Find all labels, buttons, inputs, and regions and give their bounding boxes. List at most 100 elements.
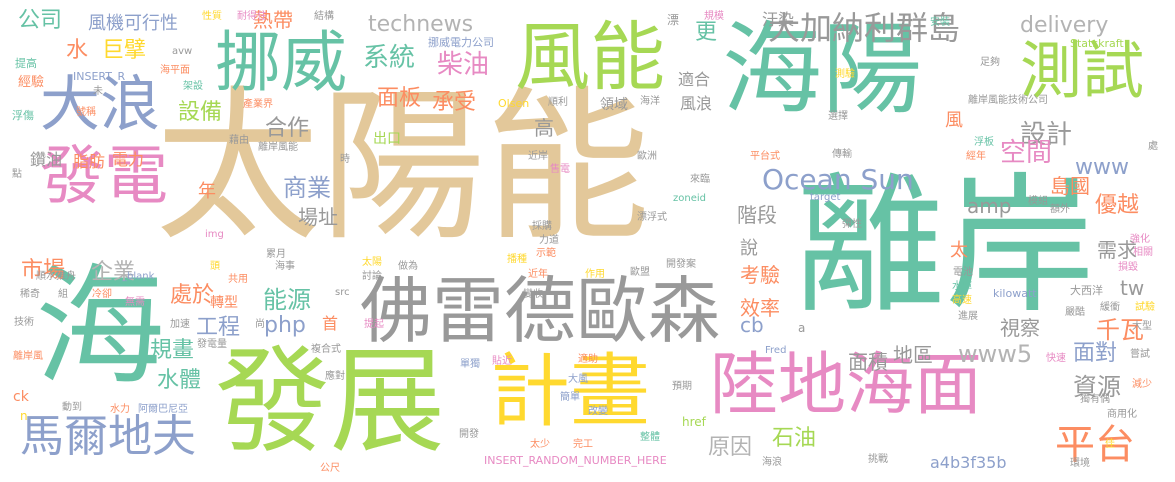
word: 性質 [202, 11, 222, 22]
word: 離岸風能技術公司 [968, 95, 1048, 106]
word: 架設 [183, 81, 203, 92]
word: 頭 [210, 261, 220, 272]
word: 藉由 [229, 135, 249, 146]
word: 示範 [536, 248, 556, 259]
word: avw [172, 46, 193, 57]
word: 島國 [1050, 174, 1090, 198]
word: 加速 [170, 319, 190, 330]
word: 挪威電力公司 [428, 36, 494, 49]
word: 尚 [255, 319, 265, 330]
word: 獨有偶 [1080, 394, 1110, 405]
word: 優越 [1095, 193, 1140, 218]
word: INSERT_RANDOM_NUMBER_HERE [484, 454, 667, 467]
word: 嚴酷 [1065, 307, 1085, 318]
word: 商用化 [1107, 409, 1137, 420]
word: 合作 [265, 116, 310, 141]
word: 面板 [377, 86, 422, 111]
word: 相關 [1133, 247, 1153, 258]
word: 平台 [1055, 422, 1135, 468]
word: 平台式 [750, 151, 780, 162]
word: 結構 [314, 11, 334, 22]
word: 進展 [958, 311, 978, 322]
word: 足夠 [980, 57, 1000, 68]
word: Ocean Sun [762, 163, 914, 196]
word: 嘗試 [1130, 349, 1150, 360]
word: 海平面 [160, 65, 190, 76]
word: www5 [958, 340, 1033, 368]
word: 石油 [772, 426, 817, 451]
word: 經驗 [18, 75, 45, 90]
word: 陸地海面 [710, 346, 983, 425]
word: 緩衝 [1100, 302, 1120, 313]
word: 場址 [298, 205, 338, 229]
word: 阿爾巴尼亞 [138, 404, 188, 415]
word: 海浪 [762, 457, 782, 468]
word: 提起 [364, 319, 384, 330]
word: 挑戰 [868, 454, 888, 465]
word: 商業 [283, 174, 331, 202]
word: 漂 [667, 13, 680, 27]
word: 累月 [266, 249, 286, 260]
word: 階段 [737, 203, 777, 227]
word: 柴油 [437, 50, 490, 80]
word: php [264, 313, 306, 338]
word: 技術 [14, 317, 34, 328]
word: 彈性 [842, 219, 862, 230]
word: 面積 [848, 350, 888, 374]
word: 水庫 [952, 281, 972, 292]
word: src [335, 287, 350, 298]
word: 歐洲 [637, 151, 657, 162]
word: 損毀 [1118, 262, 1138, 273]
word: 電池 [953, 267, 973, 278]
word: 未 [93, 86, 103, 97]
word: 順利 [548, 97, 568, 108]
word: 電力 [112, 150, 145, 169]
word: 動到 [62, 402, 82, 413]
word: 佳 [1105, 439, 1115, 450]
word: 高速 [952, 295, 972, 306]
word: 說 [740, 238, 758, 259]
word: 挪威 [215, 24, 347, 101]
word: ck [13, 389, 29, 405]
word: 水力 [110, 404, 130, 415]
word: 原因 [708, 435, 753, 460]
word: 大型 [1132, 321, 1152, 332]
word: kilowatt [993, 287, 1037, 300]
word: INSERT_R [73, 70, 126, 83]
word: 公司 [18, 8, 63, 33]
word: Olsen [498, 97, 530, 110]
word: 首 [322, 314, 339, 333]
word: 馬爾地夫 [20, 411, 196, 462]
word: 公尺 [320, 463, 340, 474]
word: target [810, 192, 841, 203]
word: 作用 [585, 269, 605, 280]
word: img [205, 229, 224, 240]
word: 產業界 [243, 99, 273, 110]
word: 變收 [523, 289, 543, 300]
word: a4b3f35b [930, 453, 1007, 472]
word: 開發 [459, 429, 479, 440]
word: 討論 [362, 271, 382, 282]
word: 大浪 [40, 70, 160, 140]
word: 適助 [578, 354, 598, 365]
word: 脂肪 [73, 152, 106, 171]
word: tw [1120, 276, 1145, 300]
word: 號稱 [76, 107, 96, 118]
word: 離岸風 [13, 351, 43, 362]
word: 時 [340, 154, 350, 165]
word: 近岸 [528, 151, 548, 162]
word: Fred [765, 345, 787, 356]
word: 提高 [15, 57, 37, 70]
word: 點 [12, 169, 22, 180]
word: 組 [58, 289, 68, 300]
word: 發展 [215, 335, 446, 469]
word: 安裝 [930, 17, 950, 28]
word: 地區 [893, 343, 933, 367]
word: 視察 [1000, 316, 1040, 340]
word: 高 [534, 116, 554, 140]
word: 面對 [1073, 341, 1118, 366]
word: 大西洋 [1070, 284, 1103, 297]
word: cb [740, 313, 764, 337]
word: 做為 [398, 261, 418, 272]
word: 試驗 [1135, 302, 1155, 313]
